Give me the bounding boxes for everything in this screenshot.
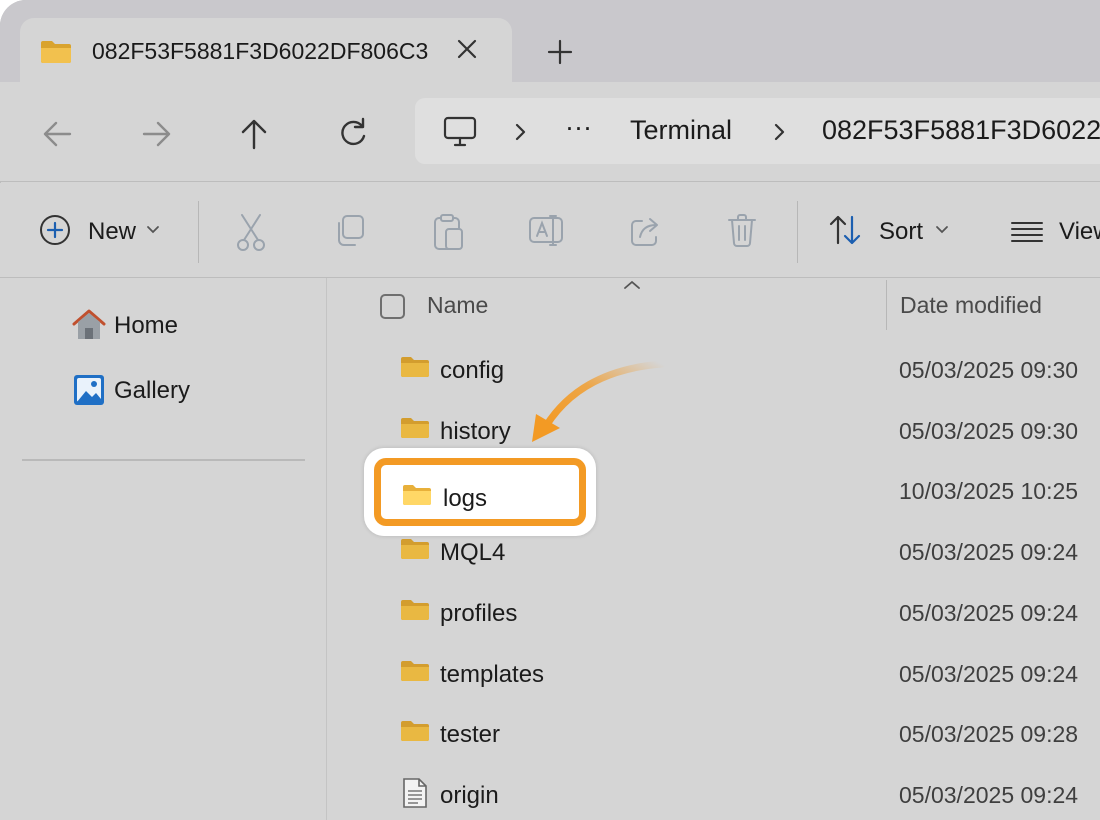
tab-bar: 082F53F5881F3D6022DF806C3 bbox=[0, 0, 1100, 84]
breadcrumb-terminal[interactable]: Terminal bbox=[630, 115, 732, 146]
file-name: MQL4 bbox=[440, 539, 506, 567]
file-date-modified: 05/03/2025 09:24 bbox=[899, 539, 1079, 566]
breadcrumb-ellipsis[interactable]: ··· bbox=[565, 112, 592, 143]
nav-label-gallery: Gallery bbox=[114, 377, 191, 404]
up-arrow-icon[interactable] bbox=[234, 114, 274, 154]
file-name: tester bbox=[440, 721, 501, 749]
delete-trash-icon[interactable] bbox=[726, 213, 758, 249]
chevron-down-icon bbox=[147, 226, 159, 234]
select-all-checkbox[interactable] bbox=[380, 294, 405, 319]
nav-label-home: Home bbox=[114, 312, 179, 339]
highlighted-row-logs[interactable]: logs bbox=[374, 458, 586, 526]
column-header-name[interactable]: Name bbox=[427, 292, 488, 319]
tab-active[interactable]: 082F53F5881F3D6022DF806C3 bbox=[20, 18, 512, 84]
highlighted-file-name: logs bbox=[443, 485, 488, 512]
file-date-modified: 05/03/2025 09:24 bbox=[899, 660, 1079, 687]
folder-icon bbox=[400, 356, 430, 383]
folder-icon bbox=[400, 720, 430, 747]
file-date-modified: 05/03/2025 09:30 bbox=[899, 417, 1079, 444]
file-date-modified: 05/03/2025 09:28 bbox=[899, 721, 1079, 748]
file-name: history bbox=[440, 417, 511, 445]
file-name: origin bbox=[440, 781, 499, 809]
refresh-icon[interactable] bbox=[333, 114, 373, 154]
command-bar: New Sort Vie bbox=[0, 183, 1100, 278]
table-row[interactable]: templates 05/03/2025 09:24 bbox=[328, 646, 1100, 707]
navigation-pane: Home Gallery bbox=[0, 278, 327, 820]
file-date-modified: 10/03/2025 10:25 bbox=[899, 478, 1079, 505]
highlight-callout: logs bbox=[364, 448, 596, 536]
this-pc-icon bbox=[443, 116, 477, 147]
home-icon bbox=[72, 309, 106, 339]
folder-icon bbox=[403, 485, 431, 505]
folder-icon bbox=[41, 41, 71, 63]
file-name: templates bbox=[440, 660, 545, 688]
new-tab-plus-icon[interactable] bbox=[544, 36, 576, 68]
view-label: View bbox=[1059, 218, 1100, 245]
table-row[interactable]: profiles 05/03/2025 09:24 bbox=[328, 585, 1100, 646]
table-row[interactable]: tester 05/03/2025 09:28 bbox=[328, 706, 1100, 767]
new-label: New bbox=[88, 218, 137, 245]
sort-label: Sort bbox=[879, 218, 924, 245]
file-date-modified: 05/03/2025 09:24 bbox=[899, 781, 1079, 808]
forward-arrow-icon[interactable] bbox=[136, 114, 176, 154]
tab-title: 082F53F5881F3D6022DF806C3 bbox=[92, 38, 429, 64]
paste-icon[interactable] bbox=[432, 213, 466, 253]
folder-icon bbox=[400, 417, 430, 444]
plus-circle-icon bbox=[40, 215, 70, 245]
close-icon[interactable] bbox=[452, 34, 482, 64]
copy-icon[interactable] bbox=[333, 213, 367, 249]
file-name: profiles bbox=[440, 599, 518, 627]
view-lines-icon bbox=[1011, 222, 1043, 242]
file-name: config bbox=[440, 357, 505, 384]
folder-icon bbox=[400, 599, 430, 626]
toolbar-divider bbox=[797, 201, 798, 263]
chevron-right-icon bbox=[774, 123, 785, 141]
gallery-icon bbox=[74, 375, 104, 405]
back-arrow-icon[interactable] bbox=[38, 114, 78, 154]
table-row[interactable]: origin 05/03/2025 09:24 bbox=[328, 767, 1100, 820]
file-date-modified: 05/03/2025 09:30 bbox=[899, 357, 1079, 383]
folder-icon bbox=[400, 538, 430, 565]
share-icon[interactable] bbox=[628, 213, 664, 249]
table-row[interactable]: config 05/03/2025 09:30 bbox=[328, 342, 1100, 403]
toolbar-divider bbox=[198, 201, 199, 263]
sort-caret-up-icon bbox=[624, 280, 640, 289]
chevron-right-icon bbox=[515, 123, 526, 141]
nav-divider bbox=[22, 459, 305, 461]
navigation-bar: ··· Terminal 082F53F5881F3D6022 bbox=[0, 82, 1100, 182]
cut-icon[interactable] bbox=[234, 213, 268, 253]
breadcrumb-current-folder[interactable]: 082F53F5881F3D6022 bbox=[822, 115, 1100, 146]
folder-icon bbox=[400, 660, 430, 687]
file-list: Name Date modified config 05/03/2025 09:3… bbox=[328, 278, 1100, 820]
rename-icon[interactable] bbox=[528, 213, 566, 249]
column-divider[interactable] bbox=[886, 280, 887, 330]
file-explorer-window: 082F53F5881F3D6022DF806C3 ··· Terminal 0… bbox=[0, 0, 1100, 820]
sort-arrows-icon bbox=[829, 215, 861, 245]
file-icon bbox=[402, 777, 428, 814]
address-bar[interactable]: ··· Terminal 082F53F5881F3D6022 bbox=[415, 98, 1100, 164]
chevron-down-icon bbox=[936, 226, 948, 234]
file-date-modified: 05/03/2025 09:24 bbox=[899, 599, 1079, 626]
annotation-arrow-icon bbox=[532, 360, 666, 442]
column-header-date-modified[interactable]: Date modified bbox=[900, 292, 1042, 319]
